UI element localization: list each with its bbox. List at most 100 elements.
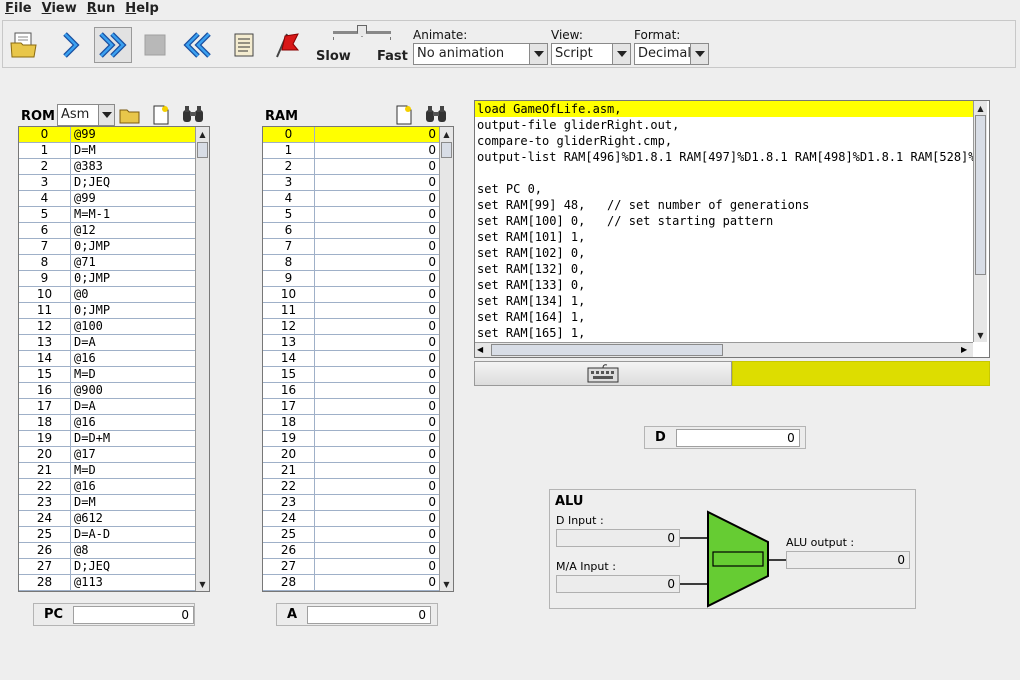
table-row[interactable]: 20 @17 [19, 447, 195, 463]
script-line[interactable]: set PC 0, [475, 181, 973, 197]
rom-value[interactable]: D=M [71, 143, 195, 158]
scroll-up-icon[interactable]: ▲ [974, 101, 987, 115]
run-button[interactable] [94, 27, 132, 63]
script-vscroll[interactable]: ▲ ▼ [973, 101, 987, 342]
script-hscroll[interactable]: ◀ ▶ [475, 342, 973, 357]
rom-value[interactable]: @612 [71, 511, 195, 526]
ram-value[interactable]: 0 [315, 559, 439, 574]
rom-table[interactable]: 0 @99 1 D=M 2 @383 3 D;JEQ 4 @99 5 M=M-1 6 @12 7 0;JMP 8… [18, 126, 210, 592]
ram-value[interactable]: 0 [315, 367, 439, 382]
ram-value[interactable]: 0 [315, 383, 439, 398]
rom-value[interactable]: @99 [71, 191, 195, 206]
table-row[interactable]: 17 0 [263, 399, 439, 415]
ram-value[interactable]: 0 [315, 255, 439, 270]
script-line[interactable]: set RAM[133] 0, [475, 277, 973, 293]
table-row[interactable]: 17 D=A [19, 399, 195, 415]
rom-value[interactable]: @900 [71, 383, 195, 398]
rom-value[interactable]: D=A-D [71, 527, 195, 542]
rom-value[interactable]: D=D+M [71, 431, 195, 446]
table-row[interactable]: 28 @113 [19, 575, 195, 591]
speed-slider[interactable] [331, 25, 393, 41]
table-row[interactable]: 11 0;JMP [19, 303, 195, 319]
table-row[interactable]: 9 0;JMP [19, 271, 195, 287]
table-row[interactable]: 22 0 [263, 479, 439, 495]
table-row[interactable]: 26 0 [263, 543, 439, 559]
script-line[interactable]: set RAM[101] 1, [475, 229, 973, 245]
rom-value[interactable]: D=M [71, 495, 195, 510]
table-row[interactable]: 10 @0 [19, 287, 195, 303]
script-line[interactable]: set RAM[165] 1, [475, 325, 973, 341]
ram-vscroll-thumb[interactable] [441, 142, 452, 158]
a-field[interactable]: 0 [307, 605, 432, 624]
ram-vscroll[interactable]: ▲ ▼ [439, 127, 453, 591]
view-select[interactable]: Script [551, 43, 631, 65]
table-row[interactable]: 18 0 [263, 415, 439, 431]
script-line[interactable]: output-list RAM[496]%D1.8.1 RAM[497]%D1.… [475, 149, 973, 165]
ram-value[interactable]: 0 [315, 463, 439, 478]
ram-value[interactable]: 0 [315, 207, 439, 222]
rom-value[interactable]: 0;JMP [71, 303, 195, 318]
rom-value[interactable]: @383 [71, 159, 195, 174]
ram-value[interactable]: 0 [315, 143, 439, 158]
table-row[interactable]: 26 @8 [19, 543, 195, 559]
table-row[interactable]: 18 @16 [19, 415, 195, 431]
rom-new-button[interactable] [150, 104, 172, 126]
ram-find-button[interactable] [424, 104, 448, 126]
table-row[interactable]: 14 0 [263, 351, 439, 367]
ram-value[interactable]: 0 [315, 159, 439, 174]
rom-value[interactable]: @16 [71, 415, 195, 430]
ram-value[interactable]: 0 [315, 271, 439, 286]
ram-value[interactable]: 0 [315, 543, 439, 558]
rom-value[interactable]: @71 [71, 255, 195, 270]
ram-value[interactable]: 0 [315, 239, 439, 254]
ram-value[interactable]: 0 [315, 287, 439, 302]
table-row[interactable]: 00 [263, 127, 439, 143]
rom-find-button[interactable] [181, 104, 205, 126]
rom-value[interactable]: @16 [71, 351, 195, 366]
table-row[interactable]: 30 [263, 175, 439, 191]
table-row[interactable]: 16 @900 [19, 383, 195, 399]
table-row[interactable]: 22 @16 [19, 479, 195, 495]
rom-value[interactable]: M=D [71, 367, 195, 382]
table-row[interactable]: 19 D=D+M [19, 431, 195, 447]
scroll-down-icon[interactable]: ▼ [440, 577, 453, 591]
ram-new-button[interactable] [393, 104, 415, 126]
table-row[interactable]: 11 0 [263, 303, 439, 319]
menu-run[interactable]: Run [82, 0, 121, 18]
ram-value[interactable]: 0 [315, 495, 439, 510]
ram-value[interactable]: 0 [315, 511, 439, 526]
ram-value[interactable]: 0 [315, 127, 439, 142]
rom-value[interactable]: 0;JMP [71, 239, 195, 254]
menu-file[interactable]: File [0, 0, 37, 18]
rom-value[interactable]: 0;JMP [71, 271, 195, 286]
table-row[interactable]: 1 D=M [19, 143, 195, 159]
rom-value[interactable]: @113 [71, 575, 195, 590]
script-line[interactable]: set RAM[132] 0, [475, 261, 973, 277]
ram-value[interactable]: 0 [315, 415, 439, 430]
rom-value[interactable]: @0 [71, 287, 195, 302]
table-row[interactable]: 8 @71 [19, 255, 195, 271]
table-row[interactable]: 6 @12 [19, 223, 195, 239]
menu-view[interactable]: View [37, 0, 82, 18]
rom-value[interactable]: M=D [71, 463, 195, 478]
table-row[interactable]: 3 D;JEQ [19, 175, 195, 191]
ram-value[interactable]: 0 [315, 479, 439, 494]
ram-value[interactable]: 0 [315, 351, 439, 366]
ram-value[interactable]: 0 [315, 447, 439, 462]
table-row[interactable]: 7 0;JMP [19, 239, 195, 255]
table-row[interactable]: 24 0 [263, 511, 439, 527]
keyboard-toggle-button[interactable] [474, 361, 732, 386]
table-row[interactable]: 12 @100 [19, 319, 195, 335]
rom-value[interactable]: @100 [71, 319, 195, 334]
scroll-left-icon[interactable]: ◀ [477, 343, 483, 357]
rom-load-button[interactable] [119, 104, 141, 126]
table-row[interactable]: 13 0 [263, 335, 439, 351]
rom-value[interactable]: M=M-1 [71, 207, 195, 222]
table-row[interactable]: 12 0 [263, 319, 439, 335]
ram-value[interactable]: 0 [315, 191, 439, 206]
rom-value[interactable]: @99 [71, 127, 195, 142]
format-select[interactable]: Decimal [634, 43, 709, 65]
rom-vscroll-thumb[interactable] [197, 142, 208, 158]
table-row[interactable]: 0 @99 [19, 127, 195, 143]
table-row[interactable]: 5 M=M-1 [19, 207, 195, 223]
